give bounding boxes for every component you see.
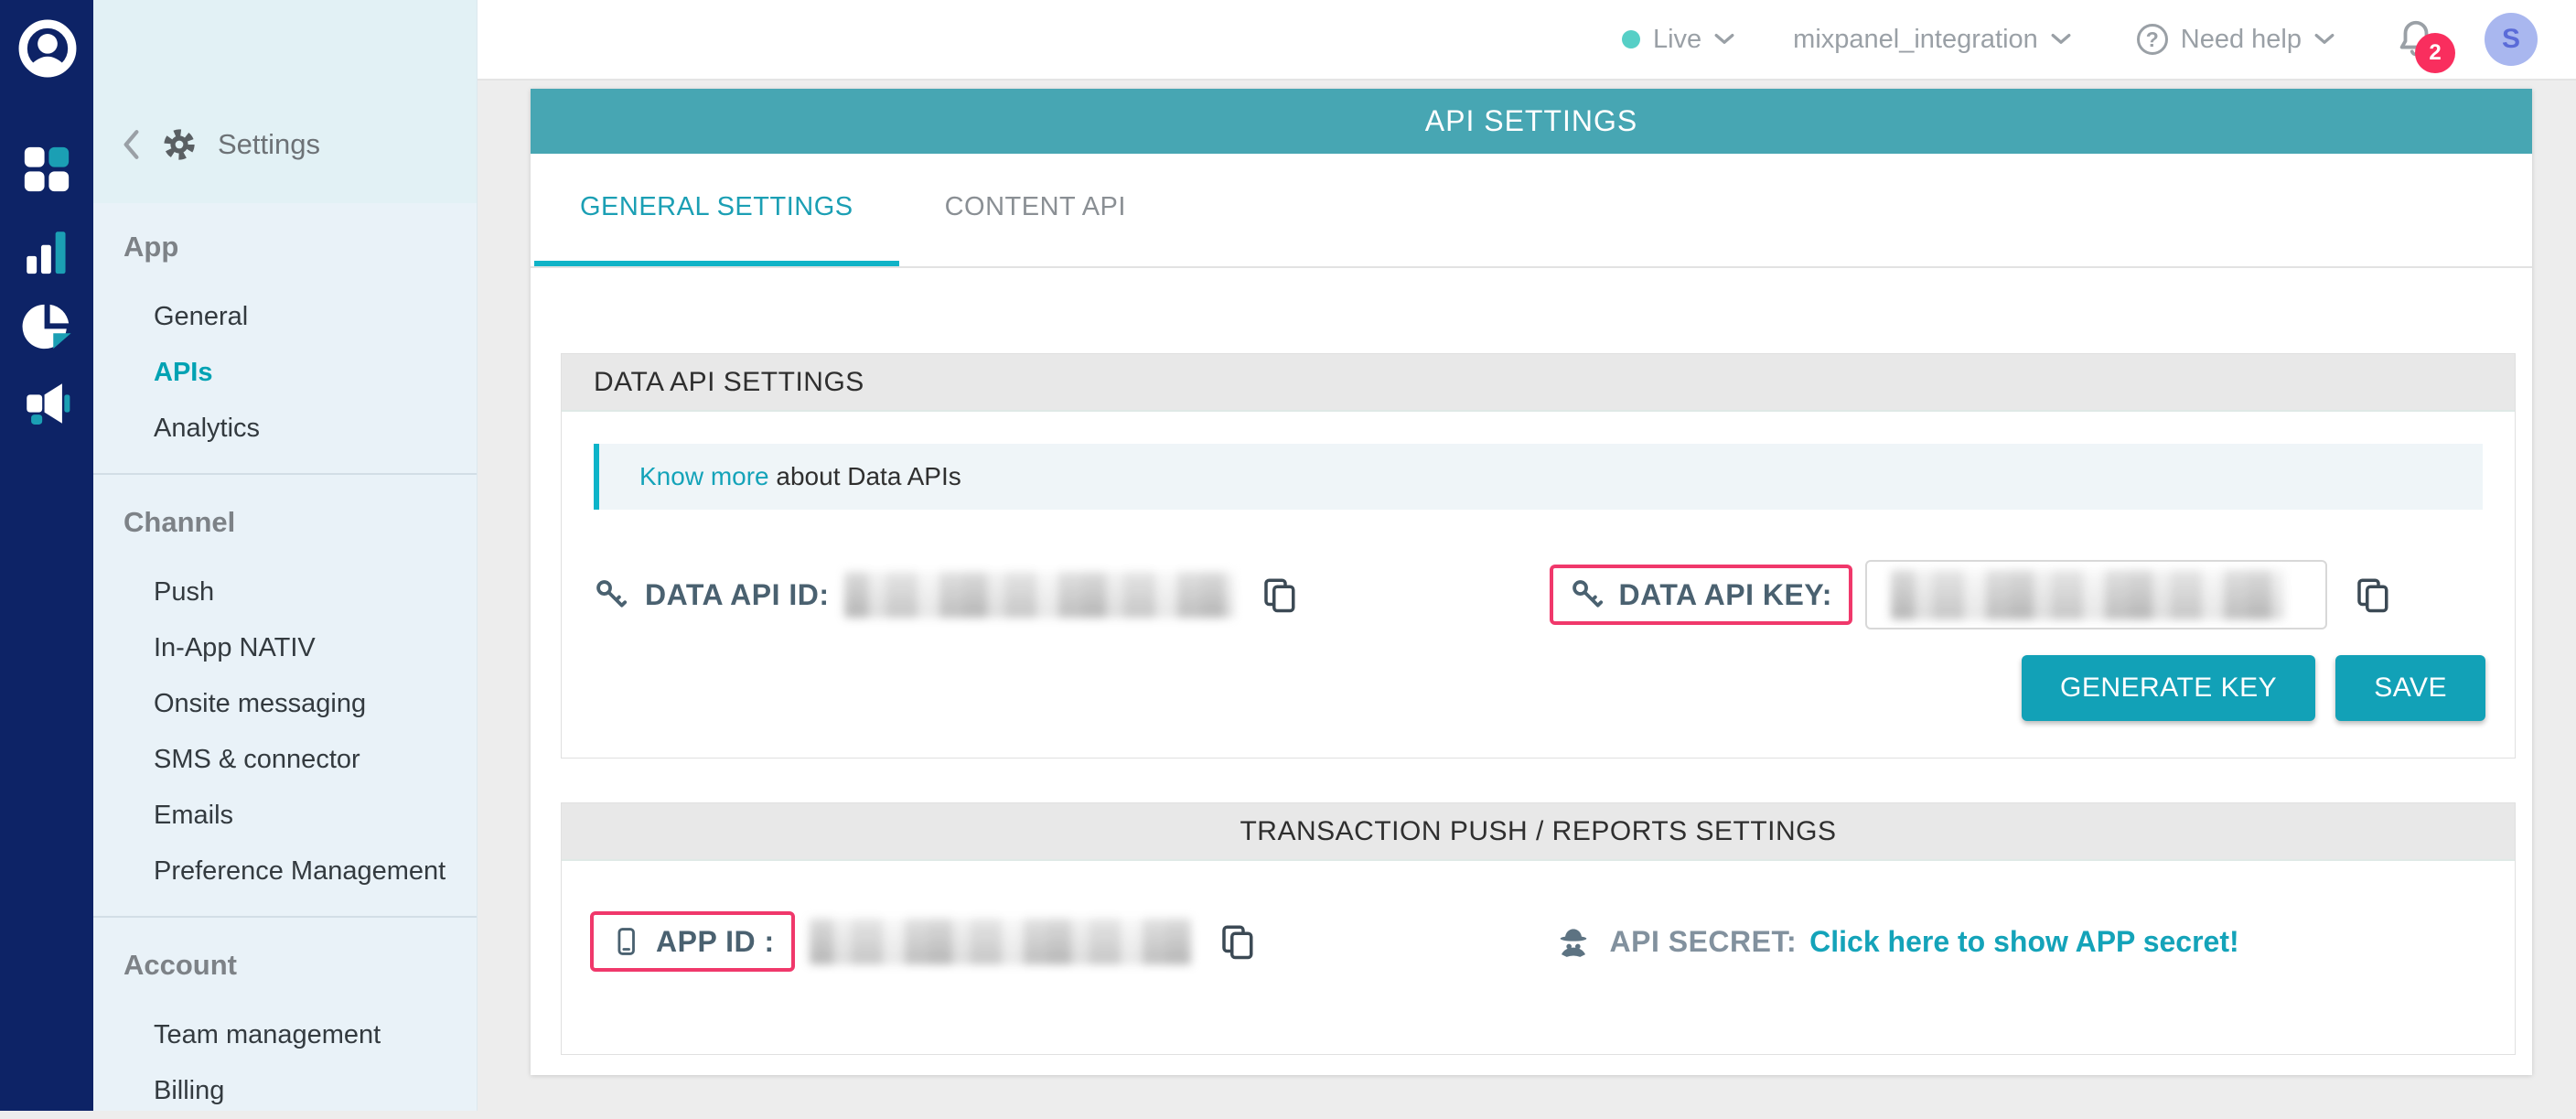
data-api-key-highlight: DATA API KEY:	[1550, 565, 1852, 625]
api-secret-label: API SECRET:	[1610, 925, 1798, 959]
sidebar-title: Settings	[218, 128, 320, 161]
sidebar-item-preference-management[interactable]: Preference Management	[93, 844, 477, 899]
sidebar-item-push[interactable]: Push	[93, 565, 477, 620]
need-help-label: Need help	[2181, 25, 2302, 55]
pie-chart-icon[interactable]	[20, 300, 73, 353]
sidebar-header-area	[93, 0, 477, 203]
copy-app-id-button[interactable]	[1218, 922, 1256, 961]
spy-secret-icon	[1555, 923, 1592, 960]
back-button[interactable]	[121, 129, 141, 160]
gear-icon	[163, 128, 196, 161]
copy-icon	[2353, 576, 2391, 614]
sidebar-item-inapp-nativ[interactable]: In-App NATIV	[93, 620, 477, 676]
settings-sidebar: Settings App General APIs Analytics Chan…	[93, 0, 478, 1111]
generate-key-button[interactable]: GENERATE KEY	[2022, 655, 2315, 721]
data-api-id-value-redacted	[844, 572, 1234, 618]
nav-section-account: Account	[93, 934, 477, 996]
copy-data-api-key-button[interactable]	[2353, 576, 2391, 614]
top-bar: Live mixpanel_integration ? Need help 2 …	[478, 0, 2576, 81]
save-button[interactable]: SAVE	[2335, 655, 2485, 721]
copy-icon	[1218, 922, 1256, 961]
chevron-down-icon	[2314, 33, 2334, 46]
mobile-phone-icon	[610, 924, 641, 959]
sidebar-item-sms-connector[interactable]: SMS & connector	[93, 732, 477, 788]
nav-section-channel: Channel	[93, 491, 477, 554]
transaction-settings-panel: TRANSACTION PUSH / REPORTS SETTINGS APP …	[561, 802, 2516, 1055]
notification-count-badge: 2	[2415, 33, 2455, 73]
key-icon	[1570, 577, 1605, 612]
api-key-input[interactable]	[1865, 560, 2327, 629]
know-more-text: about Data APIs	[769, 462, 961, 490]
live-status-dot-icon	[1622, 30, 1640, 48]
data-api-id-label: DATA API ID:	[645, 578, 830, 612]
sidebar-item-onsite-messaging[interactable]: Onsite messaging	[93, 676, 477, 732]
chevron-down-icon	[2051, 33, 2071, 46]
sidebar-nav: App General APIs Analytics Channel Push …	[93, 216, 477, 1119]
notifications-button[interactable]: 2	[2395, 16, 2437, 62]
sidebar-item-team-management[interactable]: Team management	[93, 1007, 477, 1063]
main-area: API SETTINGS GENERAL SETTINGS CONTENT AP…	[478, 81, 2576, 1111]
api-settings-card: API SETTINGS GENERAL SETTINGS CONTENT AP…	[531, 89, 2532, 1075]
app-id-label: APP ID :	[656, 925, 775, 959]
know-more-infobox: Know more about Data APIs	[594, 444, 2483, 510]
question-circle-icon: ?	[2137, 24, 2168, 55]
bar-chart-icon[interactable]	[20, 225, 73, 278]
chevron-down-icon	[1714, 33, 1734, 46]
transaction-section-header: TRANSACTION PUSH / REPORTS SETTINGS	[562, 803, 2515, 861]
sidebar-item-emails[interactable]: Emails	[93, 788, 477, 844]
tab-content-api[interactable]: CONTENT API	[899, 154, 1172, 266]
brand-user-logo-icon[interactable]	[17, 18, 78, 79]
megaphone-icon[interactable]	[20, 377, 73, 430]
sidebar-divider	[93, 916, 477, 918]
show-app-secret-link[interactable]: Click here to show APP secret!	[1809, 925, 2239, 959]
app-id-highlight: APP ID :	[590, 911, 795, 972]
know-more-link[interactable]: Know more	[639, 462, 769, 490]
copy-data-api-id-button[interactable]	[1260, 576, 1298, 614]
data-api-settings-panel: DATA API SETTINGS Know more about Data A…	[561, 353, 2516, 759]
tab-general-settings[interactable]: GENERAL SETTINGS	[534, 154, 899, 266]
data-api-key-value-redacted	[1891, 570, 2284, 619]
project-dropdown[interactable]: mixpanel_integration	[1793, 25, 2071, 55]
sidebar-divider	[93, 473, 477, 475]
tab-bar: GENERAL SETTINGS CONTENT API	[531, 154, 2532, 268]
data-api-row: DATA API ID:	[562, 560, 2515, 629]
sidebar-item-analytics[interactable]: Analytics	[93, 401, 477, 457]
sidebar-item-apis[interactable]: APIs	[93, 345, 477, 401]
page-title: API SETTINGS	[531, 89, 2532, 154]
key-icon	[594, 577, 628, 612]
copy-icon	[1260, 576, 1298, 614]
project-name: mixpanel_integration	[1793, 25, 2038, 55]
user-avatar[interactable]: S	[2485, 13, 2538, 66]
icon-rail	[0, 0, 93, 1111]
app-root: Settings App General APIs Analytics Chan…	[0, 0, 2576, 1111]
data-api-key-label: DATA API KEY:	[1619, 578, 1832, 612]
data-api-section-header: DATA API SETTINGS	[562, 354, 2515, 412]
dashboard-grid-icon[interactable]	[20, 143, 73, 196]
need-help-dropdown[interactable]: ? Need help	[2137, 24, 2334, 55]
environment-dropdown[interactable]: Live	[1622, 25, 1734, 55]
button-row: GENERATE KEY SAVE	[562, 655, 2515, 758]
app-id-value-redacted	[810, 919, 1192, 964]
nav-section-app: App	[93, 216, 477, 278]
sidebar-item-general[interactable]: General	[93, 289, 477, 345]
live-label: Live	[1653, 25, 1701, 55]
transaction-row: APP ID :	[562, 911, 2515, 1054]
